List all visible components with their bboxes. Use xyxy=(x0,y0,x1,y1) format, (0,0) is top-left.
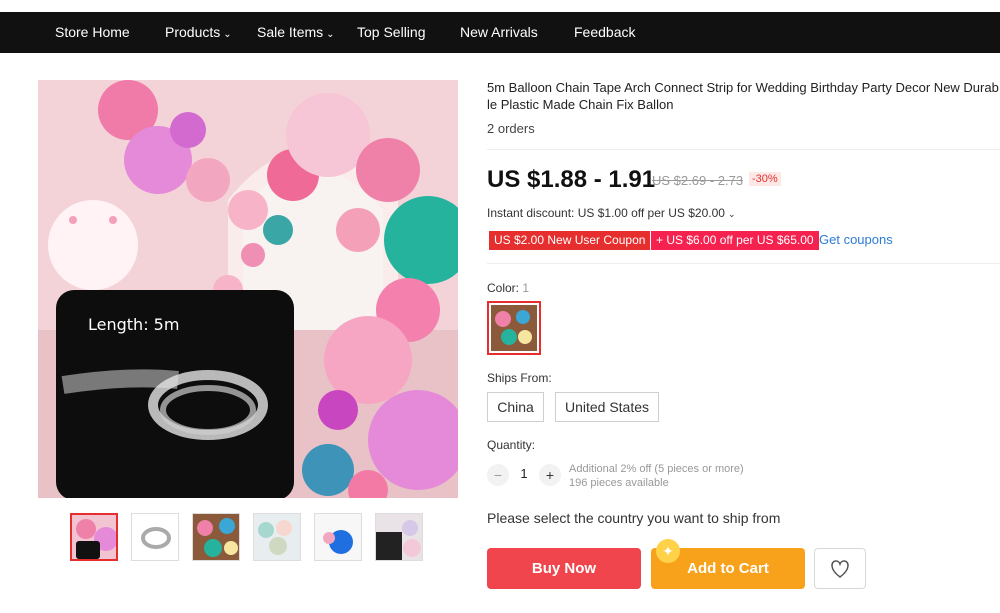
main-product-image[interactable]: Length: 5m xyxy=(38,80,458,498)
thumbnail[interactable] xyxy=(131,513,179,561)
nav-top-selling[interactable]: Top Selling xyxy=(357,12,426,53)
thumbnail[interactable] xyxy=(70,513,118,561)
buy-now-button[interactable]: Buy Now xyxy=(487,548,641,589)
ships-from-label: Ships From: xyxy=(487,371,552,385)
nav-label: Products xyxy=(165,24,221,40)
nav-new-arrivals[interactable]: New Arrivals xyxy=(460,12,538,53)
nav-feedback[interactable]: Feedback xyxy=(574,12,635,53)
thumbnail-image xyxy=(193,514,239,560)
nav-label: Sale Items xyxy=(257,24,324,40)
instant-discount-text: Instant discount: US $1.00 off per US $2… xyxy=(487,206,725,220)
thumbnail-image xyxy=(315,514,361,560)
thumbnail-image xyxy=(376,514,422,560)
chevron-down-icon: ⌄ xyxy=(223,29,232,40)
image-length-label: Length: 5m xyxy=(88,315,179,334)
thumbnail[interactable] xyxy=(253,513,301,561)
nav-label: Feedback xyxy=(574,24,636,40)
nav-store-home[interactable]: Store Home xyxy=(55,12,130,53)
store-coupon[interactable]: + US $6.00 off per US $65.00 xyxy=(651,231,819,250)
nav-products[interactable]: Products ⌄ xyxy=(165,12,232,53)
chevron-down-icon: ⌄ xyxy=(727,209,736,219)
ship-from-china[interactable]: China xyxy=(487,392,544,422)
nav-label: New Arrivals xyxy=(460,24,538,40)
price: US $1.88 - 1.91 xyxy=(487,166,656,193)
quantity-note: Additional 2% off (5 pieces or more) 196… xyxy=(569,462,744,490)
product-title: 5m Balloon Chain Tape Arch Connect Strip… xyxy=(487,80,999,112)
color-swatch[interactable] xyxy=(487,301,541,355)
ship-from-united-states[interactable]: United States xyxy=(555,392,659,422)
quantity-input[interactable]: 1 xyxy=(516,466,532,481)
quantity-increase-button[interactable]: + xyxy=(539,464,561,486)
divider xyxy=(487,149,1000,150)
color-value: 1 xyxy=(522,281,530,295)
nav-label: Store Home xyxy=(55,24,130,40)
thumbnail[interactable] xyxy=(192,513,240,561)
thumbnail-image xyxy=(132,514,178,560)
balloon-arch-photo: Length: 5m xyxy=(38,80,458,498)
chevron-down-icon: ⌄ xyxy=(326,29,335,40)
swatch-image xyxy=(491,305,537,351)
thumbnail-image xyxy=(72,515,116,559)
heart-icon xyxy=(831,560,849,578)
nav-sale-items[interactable]: Sale Items ⌄ xyxy=(257,12,335,53)
quantity-label: Quantity: xyxy=(487,438,536,452)
sparkle-icon: ✦ xyxy=(656,539,680,563)
thumbnail[interactable] xyxy=(314,513,362,561)
thumbnail-image xyxy=(254,514,300,560)
stock-available-note: 196 pieces available xyxy=(569,477,669,489)
order-count: 2 orders xyxy=(487,121,535,136)
original-price: US $2.69 - 2.73 xyxy=(652,173,744,188)
discount-badge: -30% xyxy=(749,172,781,186)
bulk-discount-note: Additional 2% off (5 pieces or more) xyxy=(569,463,744,475)
new-user-coupon[interactable]: US $2.00 New User Coupon xyxy=(489,231,651,250)
thumbnail[interactable] xyxy=(375,513,423,561)
color-label-text: Color: xyxy=(487,281,520,295)
wishlist-button[interactable] xyxy=(814,548,866,589)
top-nav: Store Home Products ⌄ Sale Items ⌄ Top Sel… xyxy=(0,12,1000,53)
divider xyxy=(487,263,1000,264)
ship-country-prompt: Please select the country you want to sh… xyxy=(487,510,781,526)
get-coupons-link[interactable]: Get coupons xyxy=(819,232,893,247)
instant-discount[interactable]: Instant discount: US $1.00 off per US $2… xyxy=(487,206,735,220)
color-label: Color: 1 xyxy=(487,281,529,295)
nav-label: Top Selling xyxy=(357,24,426,40)
quantity-decrease-button[interactable]: − xyxy=(487,464,509,486)
